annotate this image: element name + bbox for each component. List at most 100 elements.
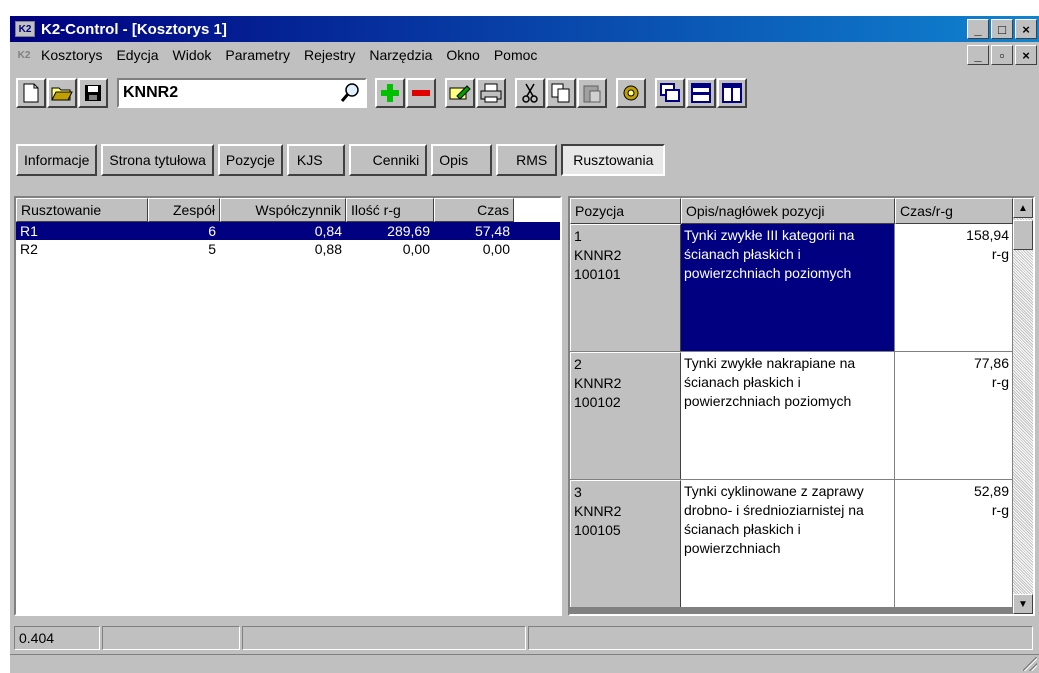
save-disk-icon[interactable] xyxy=(78,78,108,108)
cell-czas-rg: 158,94 r-g xyxy=(895,224,1013,351)
status-panel-4 xyxy=(528,626,1033,650)
tab-bar: Informacje Strona tytułowa Pozycje KJS C… xyxy=(16,144,669,176)
settings-gear-icon[interactable] xyxy=(616,78,646,108)
cell-ilosc: 0,00 xyxy=(402,241,430,257)
window-title: K2-Control - [Kosztorys 1] xyxy=(41,20,227,38)
scroll-thumb[interactable] xyxy=(1013,220,1033,250)
column-header-ilosc[interactable]: Ilość r-g xyxy=(346,198,434,222)
resize-grip-icon[interactable] xyxy=(1023,657,1037,671)
open-folder-icon[interactable] xyxy=(47,78,77,108)
position-catalog: KNNR2 xyxy=(574,375,622,391)
menu-bar: K2 Kosztorys Edycja Widok Parametry Reje… xyxy=(10,42,1039,68)
time-value: 77,86 xyxy=(973,355,1009,371)
table-row[interactable]: R1 6 0,84 289,69 57,48 xyxy=(16,222,560,240)
window-horizontal-icon[interactable] xyxy=(686,78,716,108)
table-row[interactable]: 1 KNNR2 100101 Tynki zwykłe III kategori… xyxy=(570,224,1013,352)
app-logo-icon: K2 xyxy=(15,21,35,37)
maximize-button[interactable]: □ xyxy=(991,19,1013,39)
new-document-icon[interactable] xyxy=(16,78,46,108)
menu-pomoc[interactable]: Pomoc xyxy=(487,47,545,63)
document-logo-icon[interactable]: K2 xyxy=(14,48,34,62)
cell-czas-rg: 77,86 r-g xyxy=(895,352,1013,479)
doc-minimize-button[interactable]: _ xyxy=(967,45,989,65)
table-row[interactable]: R2 5 0,88 0,00 0,00 xyxy=(16,240,560,258)
table-row[interactable]: 2 KNNR2 100102 Tynki zwykłe nakrapiane n… xyxy=(570,352,1013,480)
position-number: 3 xyxy=(574,484,582,500)
time-value: 52,89 xyxy=(973,483,1009,499)
column-header-czas-rg[interactable]: Czas/r-g xyxy=(895,198,1013,224)
column-header-zespol[interactable]: Zespół xyxy=(148,198,220,222)
scroll-down-icon[interactable]: ▼ xyxy=(1013,594,1033,614)
position-number: 2 xyxy=(574,356,582,372)
menu-narzedzia[interactable]: Narzędzia xyxy=(362,47,439,63)
cut-icon[interactable] xyxy=(515,78,545,108)
window-status-bar xyxy=(10,654,1039,673)
tab-pozycje[interactable]: Pozycje xyxy=(217,144,283,176)
status-panel-3 xyxy=(242,626,526,650)
time-unit: r-g xyxy=(991,502,1009,518)
window-vertical-icon[interactable] xyxy=(717,78,747,108)
menu-edycja[interactable]: Edycja xyxy=(109,47,165,63)
scroll-up-icon[interactable]: ▲ xyxy=(1013,198,1033,218)
paste-icon[interactable] xyxy=(577,78,607,108)
document-window-controls: _ ▫ × xyxy=(967,45,1037,65)
time-unit: r-g xyxy=(991,246,1009,262)
menu-widok[interactable]: Widok xyxy=(166,47,219,63)
search-icon[interactable] xyxy=(339,82,361,104)
status-panel-2 xyxy=(102,626,240,650)
cell-wspolczynnik: 0,88 xyxy=(314,241,342,257)
tab-strona-tytulowa[interactable]: Strona tytułowa xyxy=(101,144,214,176)
cell-czas: 57,48 xyxy=(474,223,510,239)
add-plus-icon[interactable] xyxy=(375,78,405,108)
table-row[interactable]: 3 KNNR2 100105 Tynki cyklinowane z zapra… xyxy=(570,480,1013,608)
print-icon[interactable] xyxy=(476,78,506,108)
position-code: 100105 xyxy=(574,522,621,538)
cell-rusztowanie: R2 xyxy=(20,241,38,257)
cell-zespol: 6 xyxy=(208,223,216,239)
copy-icon[interactable] xyxy=(546,78,576,108)
window-controls: _ □ × xyxy=(967,19,1037,39)
table-header: Pozycja Opis/nagłówek pozycji Czas/r-g xyxy=(570,198,1013,224)
tab-kjs[interactable]: KJS xyxy=(286,144,345,176)
column-header-wspolczynnik[interactable]: Współczynnik xyxy=(220,198,346,222)
edit-icon[interactable] xyxy=(445,78,475,108)
cell-pozycja: 2 KNNR2 100102 xyxy=(570,352,681,479)
vertical-scrollbar[interactable]: ▲ ▼ xyxy=(1013,198,1033,614)
doc-restore-button[interactable]: ▫ xyxy=(991,45,1013,65)
cell-czas: 0,00 xyxy=(482,241,510,257)
window-cascade-icon[interactable] xyxy=(655,78,685,108)
minimize-button[interactable]: _ xyxy=(967,19,989,39)
column-header-opis[interactable]: Opis/nagłówek pozycji xyxy=(681,198,895,224)
menu-kosztorys[interactable]: Kosztorys xyxy=(34,47,109,63)
title-bar[interactable]: K2 K2-Control - [Kosztorys 1] _ □ × xyxy=(10,16,1039,42)
menu-parametry[interactable]: Parametry xyxy=(218,47,297,63)
column-header-rusztowanie[interactable]: Rusztowanie xyxy=(16,198,148,222)
toolbar xyxy=(16,76,748,110)
time-value: 158,94 xyxy=(966,227,1009,243)
positions-table: Pozycja Opis/nagłówek pozycji Czas/r-g 1… xyxy=(568,196,1035,616)
tab-cenniki[interactable]: Cenniki xyxy=(348,144,428,176)
column-header-czas[interactable]: Czas xyxy=(434,198,514,222)
position-code: 100102 xyxy=(574,394,621,410)
cell-czas-rg: 52,89 r-g xyxy=(895,480,1013,607)
tab-rms[interactable]: RMS xyxy=(496,144,558,176)
tab-opis[interactable]: Opis xyxy=(431,144,493,176)
cell-opis: Tynki cyklinowane z zaprawy drobno- i śr… xyxy=(681,480,895,607)
close-button[interactable]: × xyxy=(1015,19,1037,39)
doc-close-button[interactable]: × xyxy=(1015,45,1037,65)
status-panel-value: 0.404 xyxy=(14,626,100,650)
search-field xyxy=(117,78,367,108)
tab-rusztowania[interactable]: Rusztowania xyxy=(561,144,666,176)
cell-pozycja: 1 KNNR2 100101 xyxy=(570,224,681,351)
tab-informacje[interactable]: Informacje xyxy=(16,144,98,176)
search-input[interactable] xyxy=(119,84,329,102)
table-header: Rusztowanie Zespół Współczynnik Ilość r-… xyxy=(16,198,560,222)
position-code: 100101 xyxy=(574,266,621,282)
column-header-pozycja[interactable]: Pozycja xyxy=(570,198,681,224)
status-bar: 0.404 xyxy=(14,626,1035,650)
positions-grid: Pozycja Opis/nagłówek pozycji Czas/r-g 1… xyxy=(570,198,1013,608)
remove-minus-icon[interactable] xyxy=(406,78,436,108)
menu-okno[interactable]: Okno xyxy=(439,47,486,63)
cell-pozycja: 3 KNNR2 100105 xyxy=(570,480,681,607)
menu-rejestry[interactable]: Rejestry xyxy=(297,47,362,63)
